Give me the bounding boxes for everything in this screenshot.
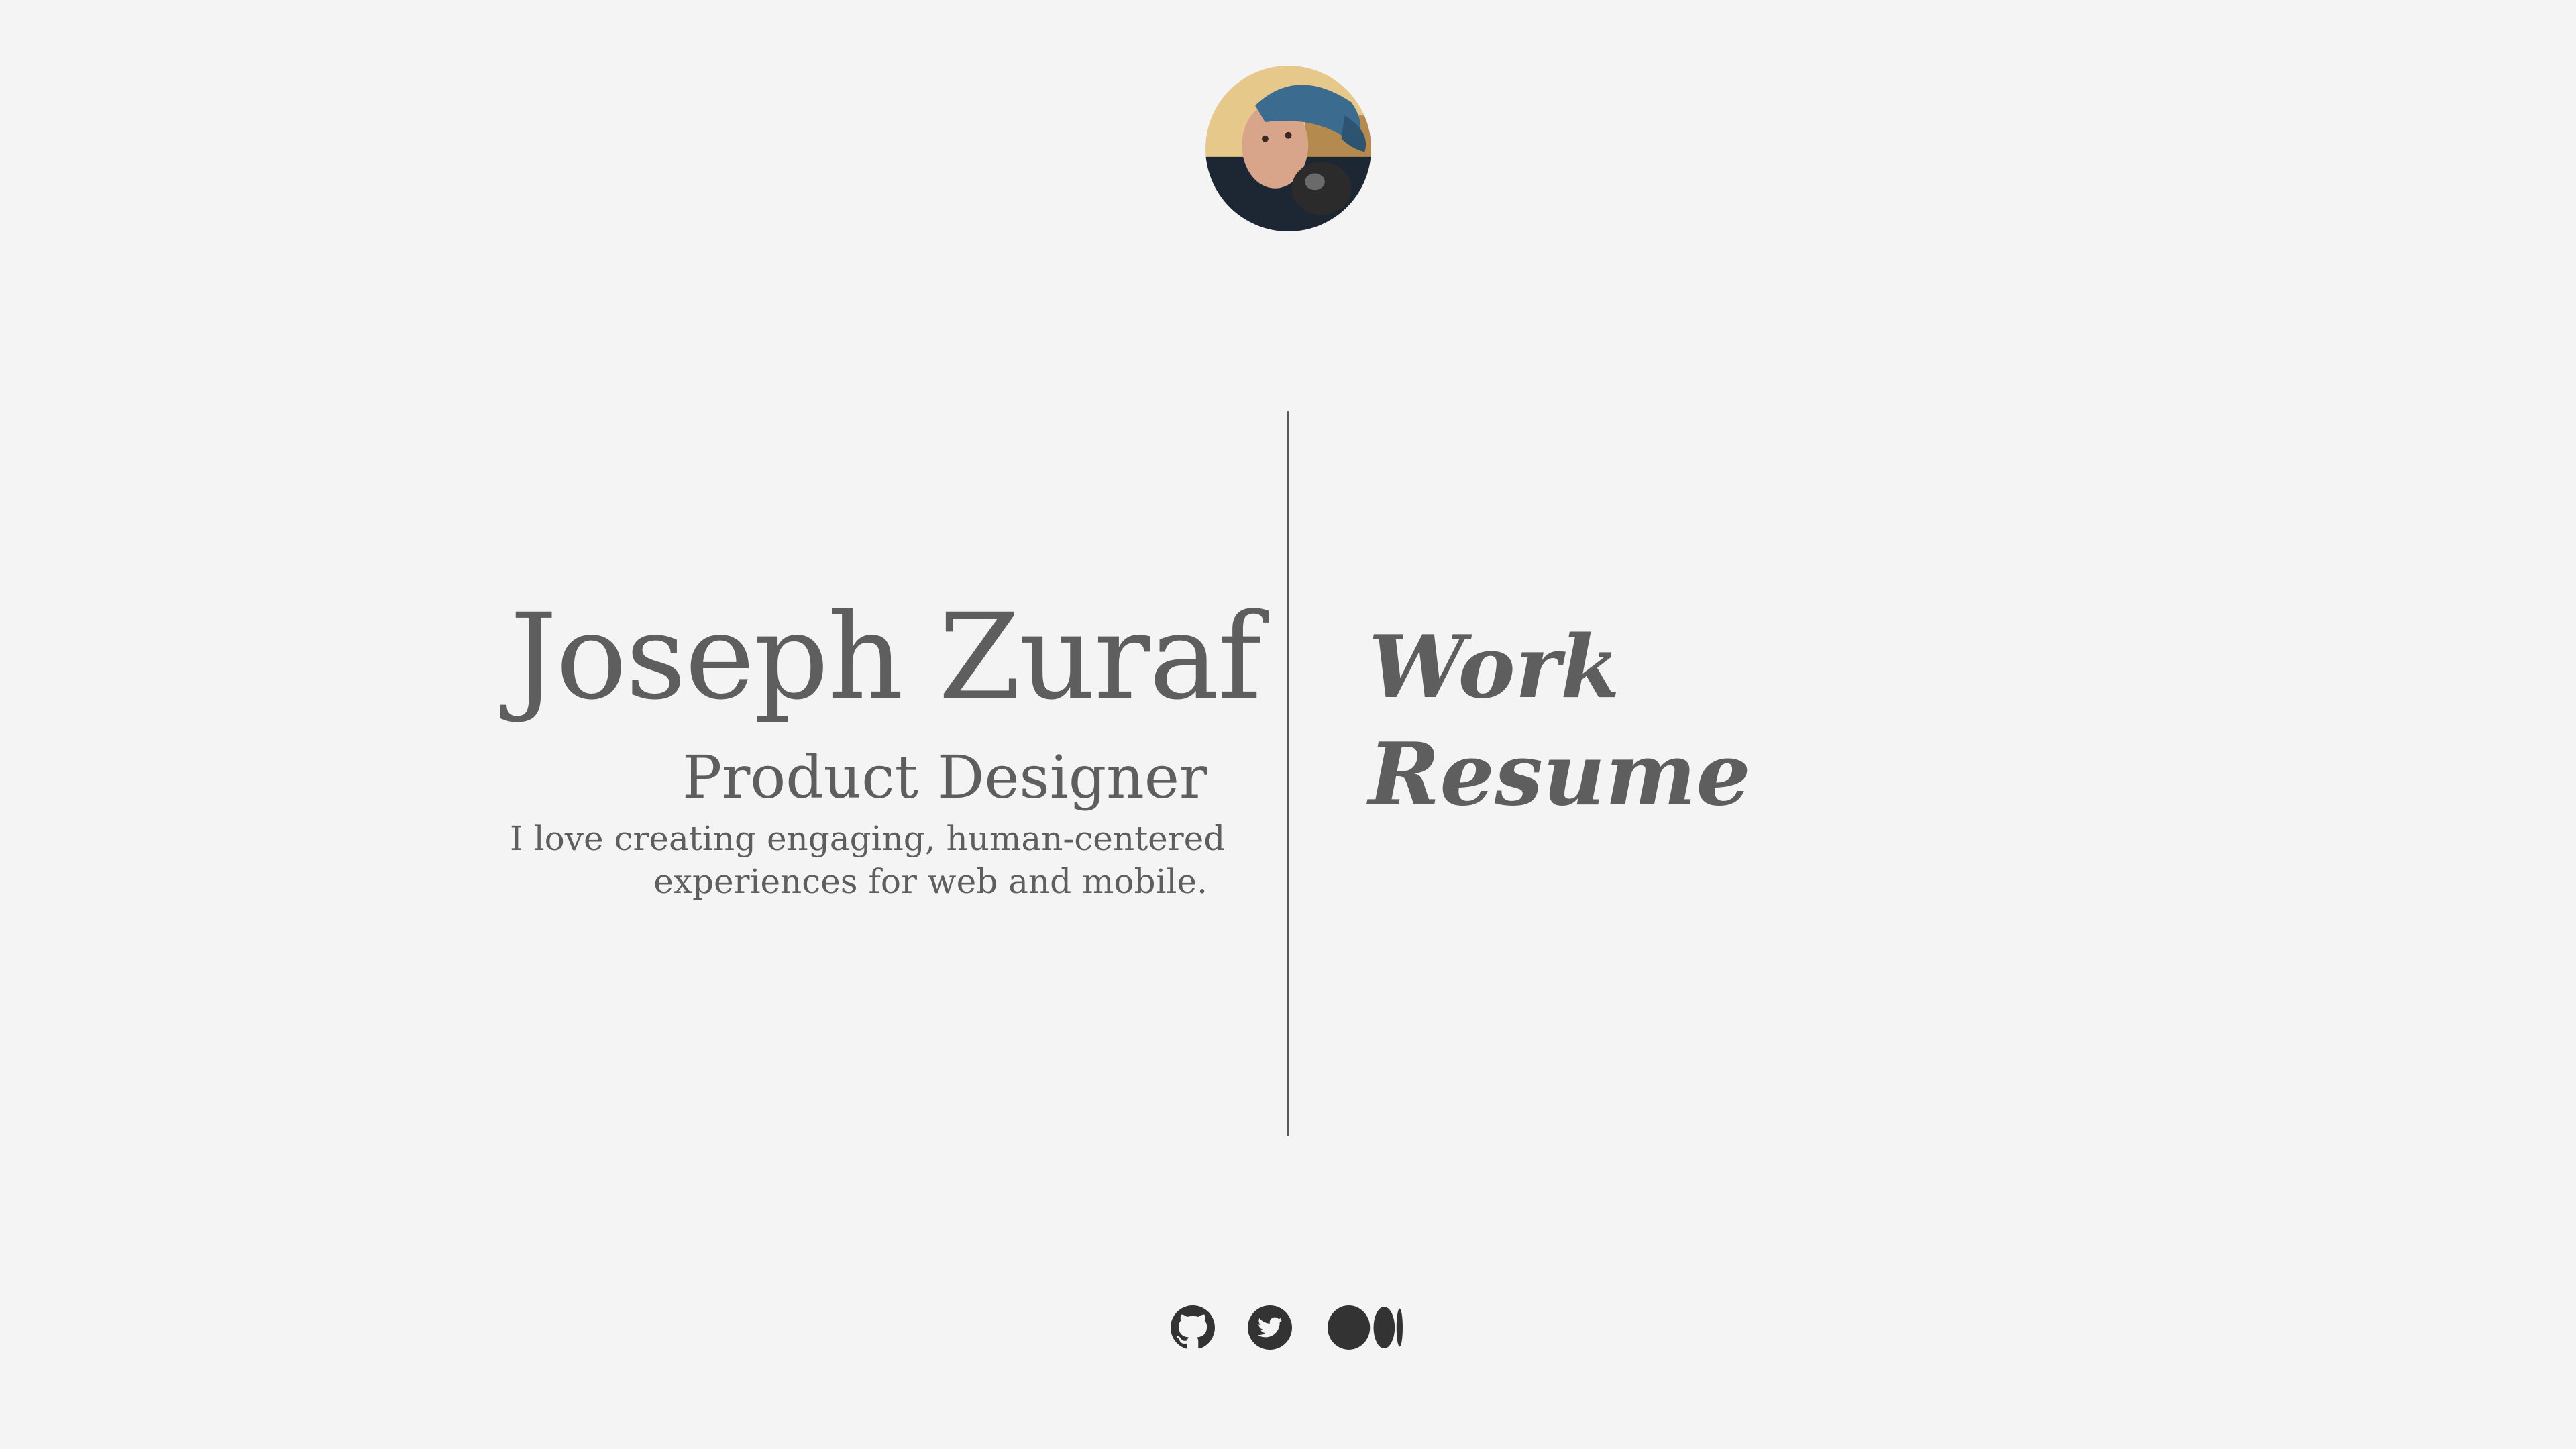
avatar-photo [1205,66,1371,231]
social-links [1171,1305,1403,1350]
profile-bio: I love creating engaging, human-centered… [510,817,1226,903]
profile-role: Product Designer [682,743,1208,812]
work-link[interactable]: Work [1368,614,1751,721]
profile-name: Joseph Zuraf [510,588,1262,726]
github-link[interactable] [1171,1305,1215,1350]
medium-link[interactable] [1292,1305,1403,1350]
twitter-icon [1248,1305,1292,1350]
avatar [1205,66,1371,231]
vertical-divider [1287,411,1289,1136]
intro-section: Joseph Zuraf Product Designer I love cre… [510,588,1262,903]
bio-line: experiences for web and mobile. [653,862,1208,901]
bio-line: I love creating engaging, human-centered [510,819,1226,858]
twitter-link[interactable] [1215,1305,1292,1350]
github-icon [1171,1305,1215,1349]
resume-link[interactable]: Resume [1368,721,1751,828]
medium-icon [1328,1305,1403,1350]
main-nav: Work Resume [1368,614,1751,828]
